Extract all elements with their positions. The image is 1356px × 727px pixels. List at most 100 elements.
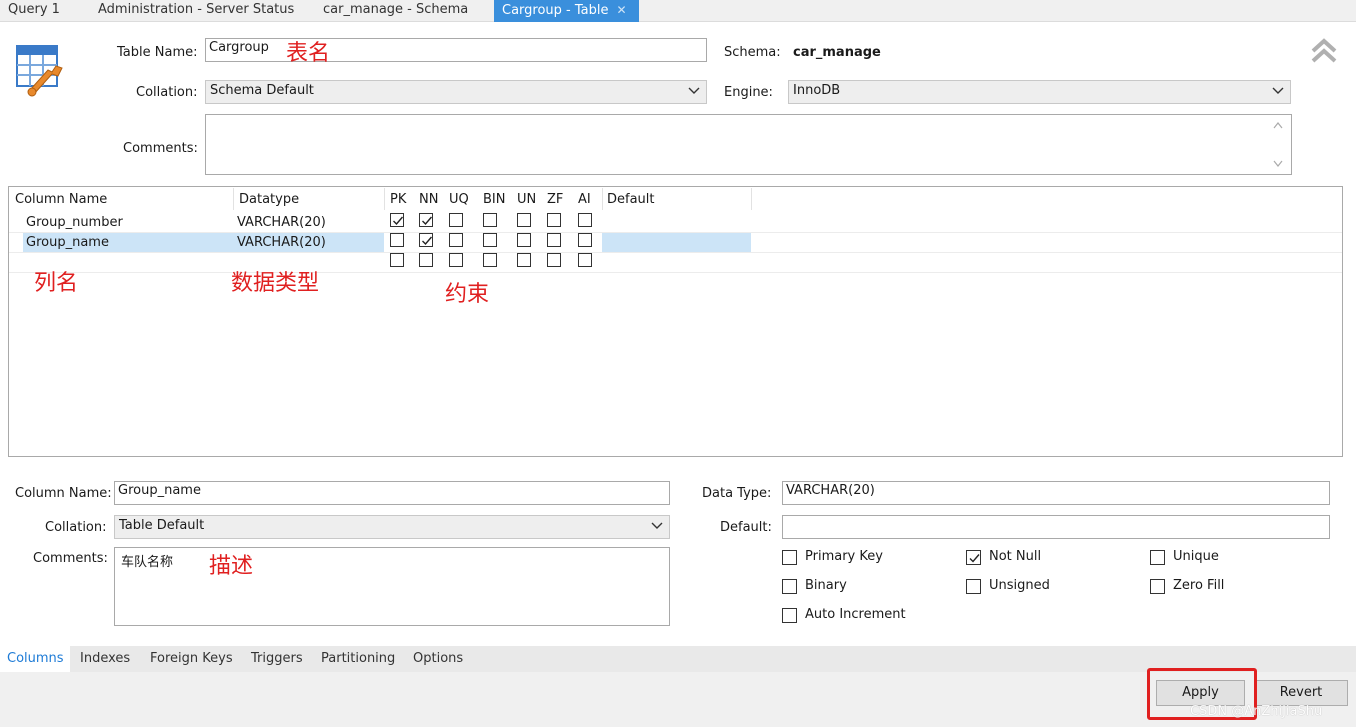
- tab-query-1[interactable]: Query 1: [0, 0, 68, 22]
- column-header-default[interactable]: Default: [607, 192, 655, 207]
- row-2-un-checkbox[interactable]: [517, 233, 531, 247]
- row-3-un-checkbox[interactable]: [517, 253, 531, 267]
- column-header-bin[interactable]: BIN: [483, 192, 505, 207]
- detail-data-type-label: Data Type:: [702, 486, 772, 501]
- row-1-nn-checkbox[interactable]: [419, 213, 433, 227]
- checkbox[interactable]: [966, 579, 981, 594]
- schema-value: car_manage: [793, 45, 881, 60]
- tab-administration-server-status[interactable]: Administration - Server Status: [90, 0, 302, 22]
- row-2-nn-checkbox[interactable]: [419, 233, 433, 247]
- checkbox[interactable]: [1150, 579, 1165, 594]
- column-header-name[interactable]: Column Name: [15, 192, 107, 207]
- row-1-ai-checkbox[interactable]: [578, 213, 592, 227]
- column-header-nn[interactable]: NN: [419, 192, 438, 207]
- subtab-triggers[interactable]: Triggers: [251, 650, 303, 672]
- detail-comments-textarea[interactable]: 车队名称: [114, 547, 670, 626]
- watermark: CSDN @AnZhiJiaShu: [1190, 704, 1323, 719]
- row-divider: [9, 272, 1342, 273]
- collapse-up-icon[interactable]: [1310, 38, 1338, 66]
- scroll-up-icon[interactable]: [1273, 121, 1283, 129]
- annotation-table-name: 表名: [286, 41, 331, 66]
- row-2-zf-checkbox[interactable]: [547, 233, 561, 247]
- column-header-pk[interactable]: PK: [390, 192, 406, 207]
- checkbox[interactable]: [966, 550, 981, 565]
- annotation-column-name: 列名: [34, 271, 79, 296]
- checkmark-icon: [422, 216, 433, 226]
- collation-select[interactable]: Schema Default: [205, 80, 707, 104]
- subtab-foreign-keys[interactable]: Foreign Keys: [150, 650, 233, 672]
- row-2-bin-checkbox[interactable]: [483, 233, 497, 247]
- engine-label: Engine:: [724, 85, 773, 100]
- row-1-bin-checkbox[interactable]: [483, 213, 497, 227]
- checkbox[interactable]: [1150, 550, 1165, 565]
- column-separator: [751, 188, 752, 210]
- row-1-un-checkbox[interactable]: [517, 213, 531, 227]
- checkbox[interactable]: [782, 579, 797, 594]
- subtab-columns[interactable]: Columns: [7, 650, 64, 672]
- row-1-column-name[interactable]: Group_number: [26, 215, 123, 230]
- column-header-uq[interactable]: UQ: [449, 192, 469, 207]
- columns-grid[interactable]: Column Name Datatype PK NN UQ BIN UN ZF …: [8, 186, 1343, 457]
- column-separator: [233, 188, 234, 210]
- editor-tab-bar: Query 1 Administration - Server Status c…: [0, 0, 1356, 22]
- engine-select[interactable]: InnoDB: [788, 80, 1291, 104]
- detail-collation-select[interactable]: Table Default: [114, 515, 670, 539]
- revert-button[interactable]: Revert: [1254, 680, 1348, 706]
- tab-car-manage-schema[interactable]: car_manage - Schema: [315, 0, 476, 22]
- subtab-indexes[interactable]: Indexes: [80, 650, 130, 672]
- detail-default-input[interactable]: [782, 515, 1330, 539]
- row-3-uq-checkbox[interactable]: [449, 253, 463, 267]
- row-1-pk-checkbox[interactable]: [390, 213, 404, 227]
- row-3-pk-checkbox[interactable]: [390, 253, 404, 267]
- checkmark-icon: [422, 236, 433, 246]
- column-header-ai[interactable]: AI: [578, 192, 591, 207]
- row-3-nn-checkbox[interactable]: [419, 253, 433, 267]
- row-3-ai-checkbox[interactable]: [578, 253, 592, 267]
- detail-default-label: Default:: [720, 520, 772, 535]
- detail-collation-label: Collation:: [45, 520, 107, 535]
- tab-cargroup-table[interactable]: Cargroup - Table ✕: [494, 0, 639, 22]
- close-tab-icon[interactable]: ✕: [617, 3, 627, 17]
- table-name-input[interactable]: Cargroup: [205, 38, 707, 62]
- row-3-bin-checkbox[interactable]: [483, 253, 497, 267]
- chevron-down-icon: [1272, 87, 1284, 94]
- schema-label: Schema:: [724, 45, 781, 60]
- checkmark-icon: [969, 554, 980, 563]
- row-1-datatype[interactable]: VARCHAR(20): [237, 215, 326, 230]
- checkmark-icon: [393, 216, 404, 226]
- detail-column-name-input[interactable]: Group_name: [114, 481, 670, 505]
- column-header-zf[interactable]: ZF: [547, 192, 563, 207]
- row-2-column-name[interactable]: Group_name: [26, 235, 109, 250]
- row-2-datatype[interactable]: VARCHAR(20): [237, 235, 326, 250]
- checkbox[interactable]: [782, 608, 797, 623]
- row-1-uq-checkbox[interactable]: [449, 213, 463, 227]
- annotation-comment: 描述: [209, 554, 254, 579]
- column-header-datatype[interactable]: Datatype: [239, 192, 299, 207]
- annotation-constraint: 约束: [445, 282, 490, 307]
- detail-comments-label: Comments:: [33, 551, 108, 566]
- collation-label: Collation:: [136, 85, 198, 100]
- checkbox[interactable]: [782, 550, 797, 565]
- table-name-label: Table Name:: [117, 45, 198, 60]
- subtab-partitioning[interactable]: Partitioning: [321, 650, 395, 672]
- annotation-datatype: 数据类型: [231, 271, 320, 296]
- row-1-zf-checkbox[interactable]: [547, 213, 561, 227]
- row-divider: [9, 252, 1342, 253]
- comments-label: Comments:: [123, 141, 198, 156]
- subtab-options[interactable]: Options: [413, 650, 463, 672]
- scroll-down-icon[interactable]: [1273, 160, 1283, 168]
- column-header-un[interactable]: UN: [517, 192, 536, 207]
- column-separator: [602, 188, 603, 210]
- table-editor-icon: [16, 42, 72, 100]
- row-2-ai-checkbox[interactable]: [578, 233, 592, 247]
- row-3-zf-checkbox[interactable]: [547, 253, 561, 267]
- detail-data-type-input[interactable]: VARCHAR(20): [782, 481, 1330, 505]
- chevron-down-icon: [651, 522, 663, 529]
- row-2-pk-checkbox[interactable]: [390, 233, 404, 247]
- detail-column-name-label: Column Name:: [15, 486, 112, 501]
- chevron-down-icon: [688, 87, 700, 94]
- table-comments-textarea[interactable]: [205, 114, 1292, 175]
- selected-row-default-cell[interactable]: [602, 233, 751, 252]
- row-2-uq-checkbox[interactable]: [449, 233, 463, 247]
- column-separator: [384, 188, 385, 210]
